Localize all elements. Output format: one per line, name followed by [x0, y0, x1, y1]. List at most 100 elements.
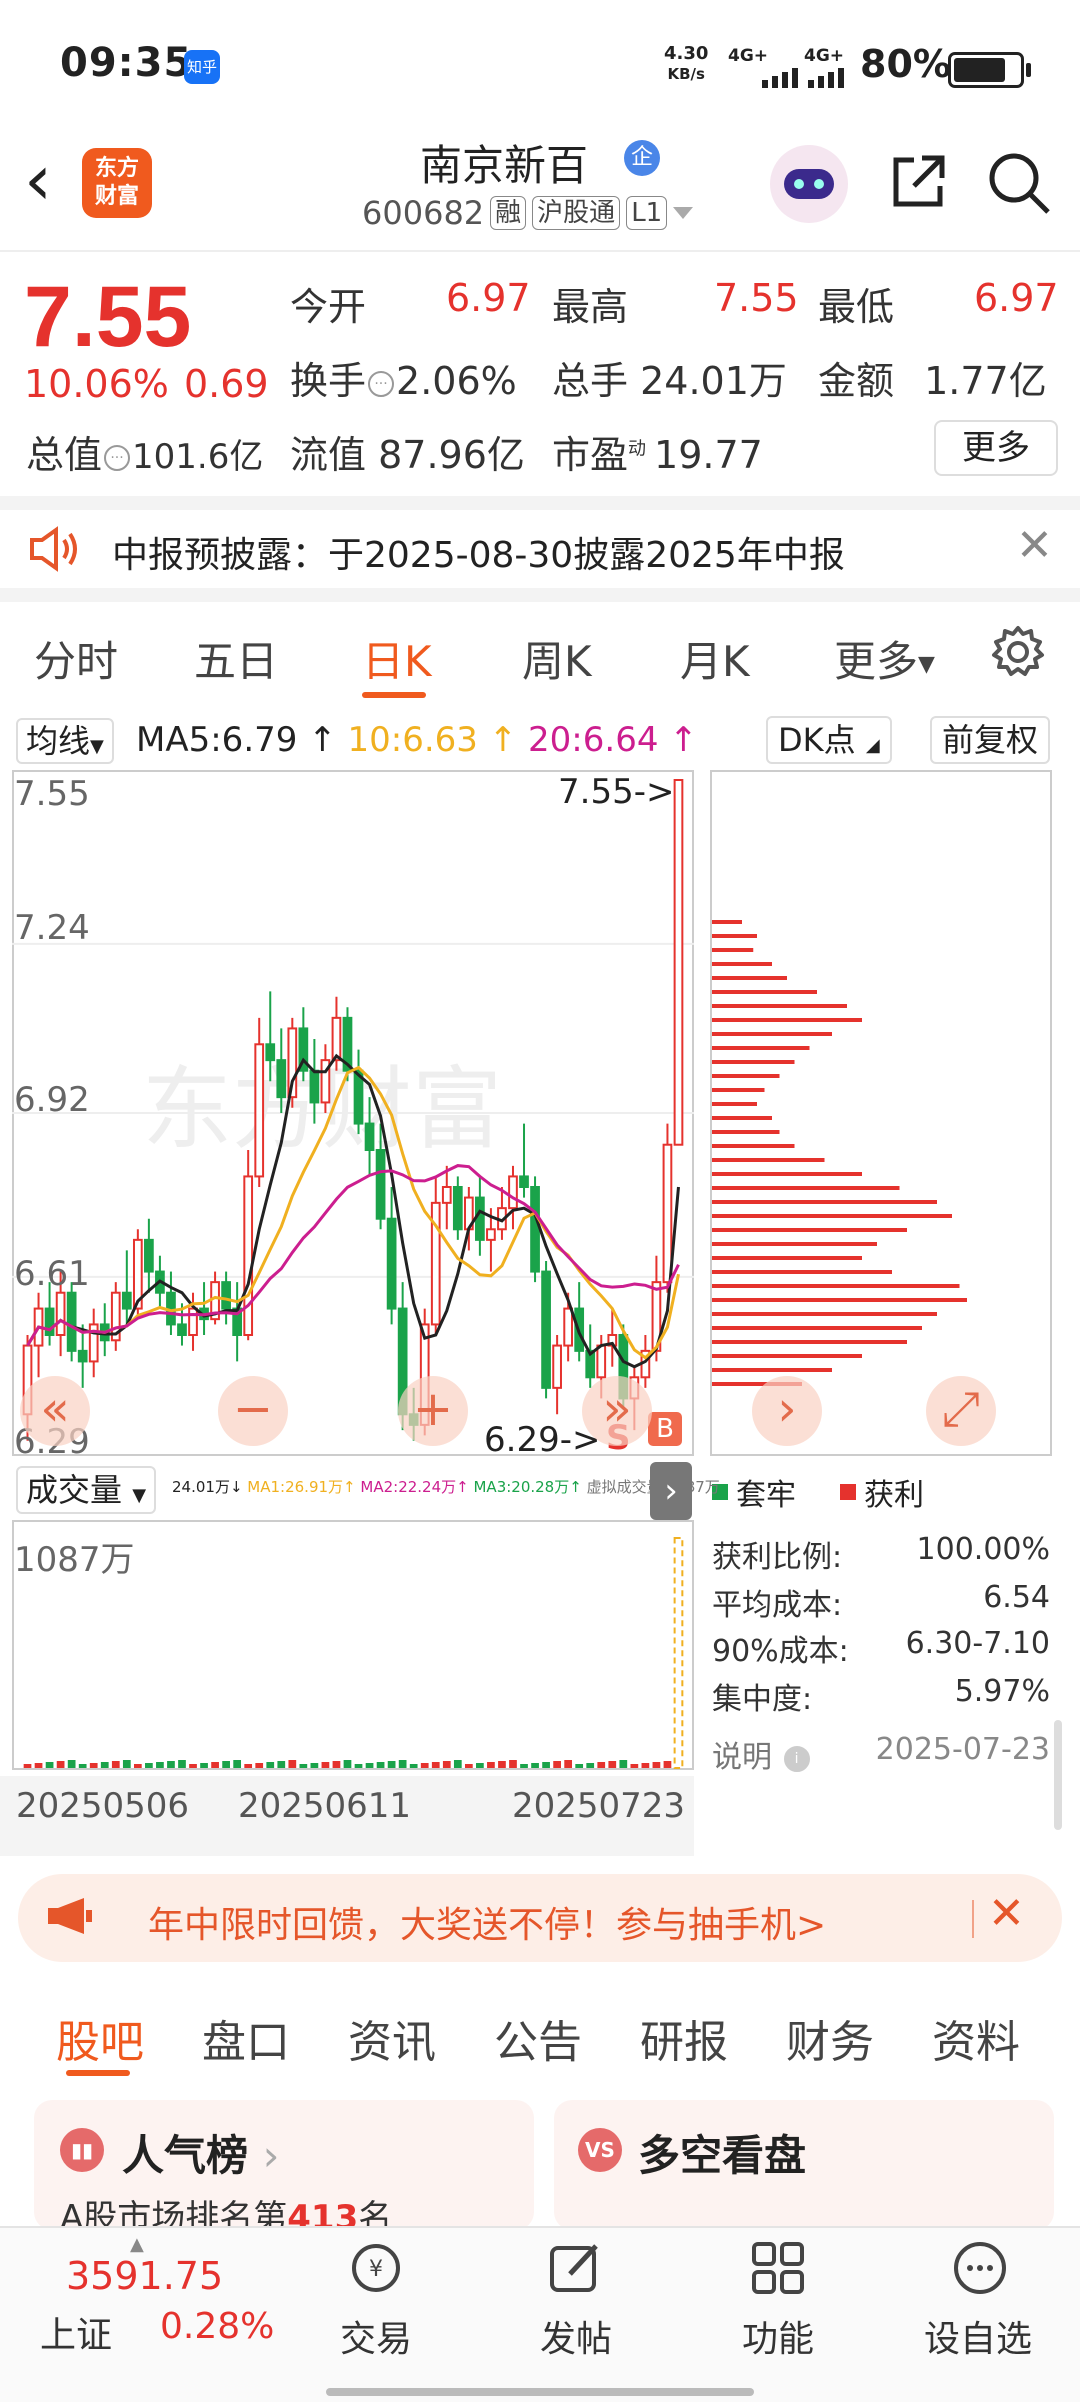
tab-underline — [362, 692, 426, 698]
candle-body — [441, 1186, 452, 1204]
high-label: 最高 — [552, 285, 629, 329]
index-value[interactable]: 3591.75 — [66, 2254, 223, 2298]
volume-bar — [409, 1764, 418, 1768]
info-icon[interactable]: ··· — [368, 370, 395, 397]
candle-body — [375, 1149, 386, 1220]
tab-announcements[interactable]: 公告 — [494, 2006, 582, 2070]
tab-forum[interactable]: 股吧 — [56, 2006, 144, 2070]
tab-more[interactable]: 更多▼ — [834, 628, 935, 689]
popularity-title[interactable]: 人气榜 › — [122, 2122, 279, 2183]
more-quote-button[interactable]: 更多 — [934, 420, 1058, 476]
candle-body — [530, 1186, 540, 1273]
volume-bar — [531, 1763, 539, 1768]
float-value: 87.96亿 — [378, 433, 525, 477]
scroll-right-icon[interactable]: » — [582, 1376, 652, 1446]
tab-profile[interactable]: 资料 — [932, 2006, 1020, 2070]
search-icon[interactable] — [986, 150, 1052, 216]
net-speed-unit: KB/s — [667, 65, 705, 83]
scroll-left-icon[interactable]: « — [20, 1376, 90, 1446]
trade-icon[interactable]: ¥ — [346, 2238, 406, 2298]
float-label: 流值 87.96亿 — [290, 424, 525, 479]
stock-code-row[interactable]: 600682 融 沪股通 L1 — [362, 194, 694, 232]
volume-bar — [211, 1762, 219, 1768]
ma-legend: MA5:6.79 ↑ 10:6.63 ↑ 20:6.64 ↑ — [136, 720, 698, 760]
amount-value: 1.77亿 — [924, 359, 1047, 403]
turnover-label-text: 换手 — [290, 359, 367, 403]
nav-function[interactable]: 功能 — [742, 2310, 814, 2362]
add-watchlist-icon[interactable] — [950, 2238, 1010, 2298]
zoom-out-icon[interactable]: − — [218, 1376, 288, 1446]
volume-bar — [608, 1761, 617, 1768]
chevron-right-icon[interactable]: › — [752, 1376, 822, 1446]
tab-news[interactable]: 资讯 — [348, 2006, 436, 2070]
volume-bar — [277, 1761, 286, 1768]
open-value: 6.97 — [446, 276, 531, 320]
candle-body — [452, 1186, 463, 1231]
volume-bar — [630, 1764, 639, 1768]
volume-value: 24.01万 — [640, 359, 787, 403]
chip-bar — [712, 1270, 892, 1274]
ma20-value: 20:6.64 — [528, 720, 659, 760]
notice-text[interactable]: 中报预披露：于2025-08-30披露2025年中报 — [112, 526, 845, 578]
scrollbar[interactable] — [1054, 1720, 1062, 1830]
zoom-in-icon[interactable]: + — [398, 1376, 468, 1446]
ma5-value: MA5:6.79 — [136, 720, 298, 760]
eastmoney-logo[interactable]: 东方 财富 — [82, 148, 152, 218]
volume-bar — [564, 1760, 573, 1768]
tab-financials[interactable]: 财务 — [786, 2006, 874, 2070]
tab-monthly-k[interactable]: 月K — [680, 628, 750, 689]
chip-bar — [712, 1186, 900, 1190]
expand-icon[interactable]: ⤢ — [926, 1376, 996, 1446]
nav-watchlist[interactable]: 设自选 — [924, 2310, 1032, 2362]
candle-body — [386, 1217, 397, 1310]
close-icon[interactable]: ✕ — [988, 1888, 1025, 1939]
tab-research[interactable]: 研报 — [640, 2006, 728, 2070]
index-name[interactable]: 上证 — [40, 2306, 112, 2358]
pe-label: 市盈动 19.77 — [552, 424, 763, 479]
date-label-3: 20250723 — [512, 1786, 686, 1826]
ai-assistant-icon[interactable] — [770, 145, 848, 223]
volume-bar — [167, 1761, 175, 1768]
candle-body — [475, 1196, 485, 1241]
back-icon[interactable]: ‹ — [24, 145, 52, 215]
tab-more-label: 更多 — [834, 637, 919, 686]
volume-bar — [542, 1762, 550, 1768]
tab-daily-k[interactable]: 日K — [362, 628, 432, 689]
bull-bear-title[interactable]: 多空看盘 — [638, 2122, 806, 2183]
turnover-label[interactable]: 换手 ··· 2.06% — [290, 350, 517, 405]
candle-body — [243, 1175, 254, 1336]
volume-bar — [343, 1760, 352, 1768]
info-icon[interactable]: ··· — [104, 444, 131, 471]
low-value: 6.97 — [974, 276, 1059, 320]
post-icon[interactable] — [546, 2238, 606, 2298]
tab-orderbook[interactable]: 盘口 — [202, 2006, 290, 2070]
candlestick-chart[interactable]: 东方财富 — [12, 770, 694, 1456]
share-icon[interactable] — [888, 150, 950, 212]
profit-ratio-value: 100.00% — [916, 1532, 1050, 1567]
volume-bar — [586, 1763, 595, 1768]
chip-bar — [712, 1214, 952, 1218]
explain-link[interactable]: 说明 i — [712, 1732, 812, 1776]
close-icon[interactable]: ✕ — [1016, 520, 1053, 571]
chip-bar — [712, 1256, 862, 1260]
mktcap-label[interactable]: 总值 ··· 101.6亿 — [26, 424, 263, 479]
promo-text[interactable]: 年中限时回馈，大奖送不停！参与抽手机> — [148, 1896, 826, 1948]
gear-icon[interactable] — [990, 624, 1046, 680]
chip-distribution-chart[interactable] — [710, 770, 1052, 1456]
tab-five-day[interactable]: 五日 — [194, 628, 278, 689]
volume-bar — [189, 1764, 197, 1768]
dk-point-button[interactable]: DK点 ◢ — [766, 716, 892, 764]
chevron-right-icon[interactable]: › — [650, 1462, 692, 1520]
volume-indicator-selector[interactable]: 成交量 ▼ — [16, 1466, 157, 1514]
nav-post[interactable]: 发帖 — [540, 2310, 612, 2362]
index-change[interactable]: 0.28% — [160, 2306, 274, 2347]
candle-body — [508, 1175, 518, 1210]
adjust-button[interactable]: 前复权 — [930, 716, 1051, 764]
chip-bar — [712, 1144, 795, 1148]
nav-trade[interactable]: 交易 — [340, 2310, 412, 2362]
tab-intraday[interactable]: 分时 — [34, 628, 118, 689]
function-icon[interactable] — [748, 2238, 808, 2298]
tab-weekly-k[interactable]: 周K — [522, 628, 592, 689]
indicator-selector[interactable]: 均线▼ — [16, 718, 114, 764]
volume-bar — [652, 1762, 661, 1768]
